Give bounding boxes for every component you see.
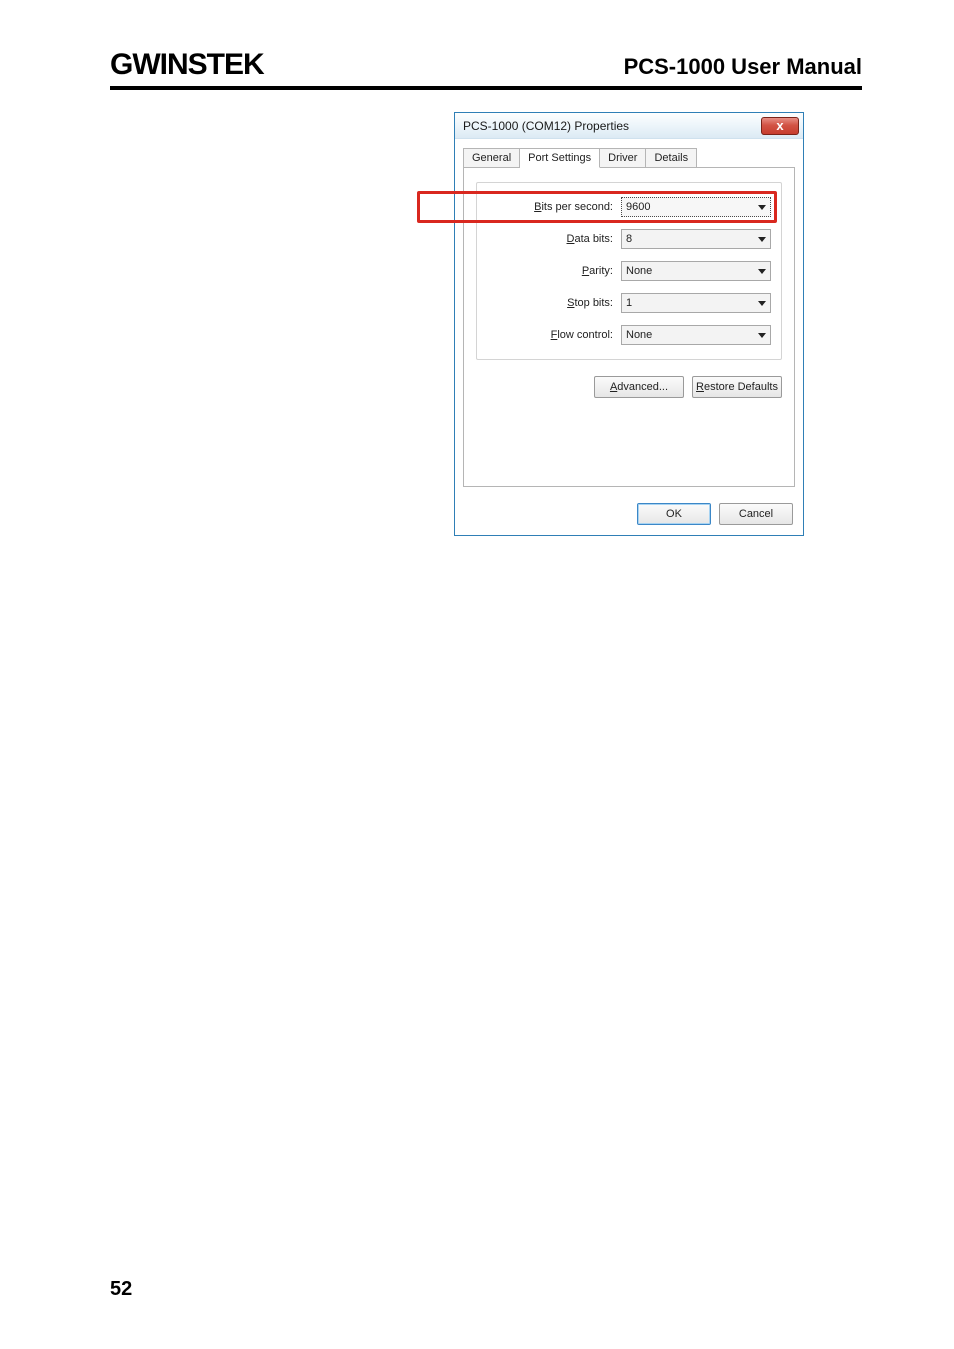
ok-button[interactable]: OK (637, 503, 711, 525)
close-button[interactable]: x (761, 117, 799, 135)
row-stop-bits: Stop bits: 1 (487, 293, 771, 313)
restore-defaults-button[interactable]: Restore Defaults (692, 376, 782, 398)
properties-dialog: PCS-1000 (COM12) Properties x General Po… (454, 112, 804, 536)
tab-general[interactable]: General (463, 148, 520, 168)
combo-value: 9600 (626, 201, 650, 213)
port-settings-group: Bits per second: 9600 Data bits: 8 (476, 182, 782, 360)
combo-value: 8 (626, 233, 632, 245)
combo-value: None (626, 265, 652, 277)
page-title: PCS-1000 User Manual (624, 54, 862, 80)
chevron-down-icon (758, 333, 766, 338)
combo-value: None (626, 329, 652, 341)
row-bits-per-second: Bits per second: 9600 (487, 197, 771, 217)
chevron-down-icon (758, 205, 766, 210)
chevron-down-icon (758, 269, 766, 274)
tab-label: Driver (608, 152, 637, 164)
chevron-down-icon (758, 237, 766, 242)
tab-port-settings[interactable]: Port Settings (520, 148, 600, 168)
brand-logo: GWINSTEK (110, 50, 264, 80)
label-stop-bits: Stop bits: (567, 297, 613, 309)
row-parity: Parity: None (487, 261, 771, 281)
tab-label: General (472, 152, 511, 164)
header-rule (110, 86, 862, 90)
dialog-tabs: General Port Settings Driver Details (455, 139, 803, 167)
combo-bits-per-second[interactable]: 9600 (621, 197, 771, 217)
label-data-bits: Data bits: (567, 233, 613, 245)
label-parity: Parity: (582, 265, 613, 277)
tab-label: Port Settings (528, 152, 591, 164)
label-flow-control: Flow control: (551, 329, 613, 341)
dialog-title: PCS-1000 (COM12) Properties (463, 119, 629, 133)
advanced-button[interactable]: Advanced... (594, 376, 684, 398)
tab-body: Bits per second: 9600 Data bits: 8 (463, 167, 795, 487)
brand-text: GWINSTEK (110, 50, 264, 80)
label-bits-per-second: Bits per second: (534, 201, 613, 213)
combo-stop-bits[interactable]: 1 (621, 293, 771, 313)
row-flow-control: Flow control: None (487, 325, 771, 345)
cancel-button[interactable]: Cancel (719, 503, 793, 525)
chevron-down-icon (758, 301, 766, 306)
document-page: GWINSTEK PCS-1000 User Manual PCS-1000 (… (0, 0, 954, 1349)
tab-driver[interactable]: Driver (600, 148, 646, 168)
group-buttons-row: Advanced... Restore Defaults (476, 376, 782, 398)
combo-data-bits[interactable]: 8 (621, 229, 771, 249)
header-row: GWINSTEK PCS-1000 User Manual (110, 50, 862, 80)
combo-parity[interactable]: None (621, 261, 771, 281)
close-icon: x (776, 119, 783, 132)
tab-details[interactable]: Details (646, 148, 697, 168)
tab-label: Details (654, 152, 688, 164)
dialog-footer: OK Cancel (455, 495, 803, 535)
combo-flow-control[interactable]: None (621, 325, 771, 345)
combo-value: 1 (626, 297, 632, 309)
page-header: GWINSTEK PCS-1000 User Manual (110, 50, 862, 90)
row-data-bits: Data bits: 8 (487, 229, 771, 249)
page-number: 52 (110, 1278, 132, 1301)
dialog-wrap: PCS-1000 (COM12) Properties x General Po… (110, 112, 862, 536)
dialog-titlebar: PCS-1000 (COM12) Properties x (455, 113, 803, 139)
